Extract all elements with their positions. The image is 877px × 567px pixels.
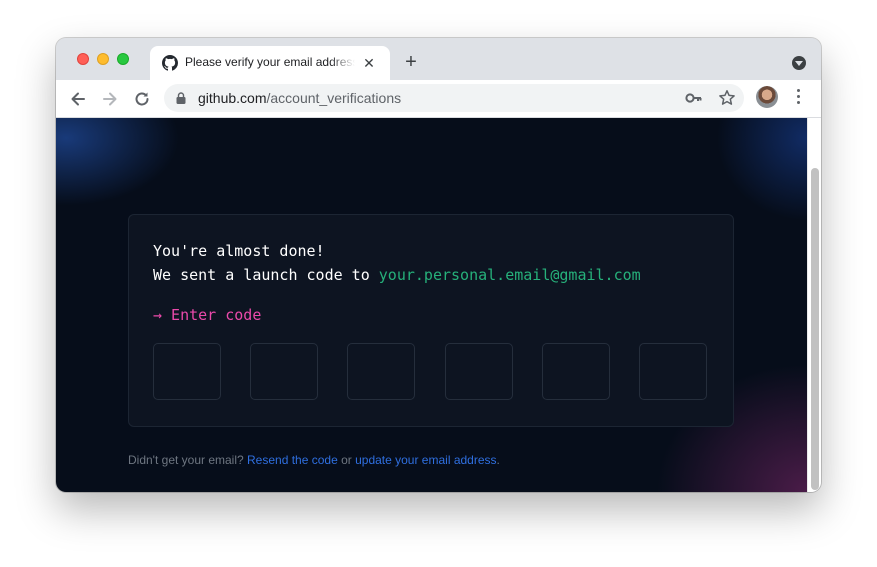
almost-done-text: You're almost done!	[153, 242, 325, 260]
code-digit-6[interactable]	[639, 343, 707, 400]
scrollbar-thumb[interactable]	[811, 168, 819, 490]
minimize-window-button[interactable]	[97, 53, 109, 65]
code-digit-1[interactable]	[153, 343, 221, 400]
arrow-left-icon[interactable]	[68, 89, 88, 109]
scrollbar[interactable]	[807, 118, 821, 492]
sent-code-prefix: We sent a launch code to	[153, 266, 379, 284]
new-tab-button[interactable]: +	[402, 52, 420, 72]
browser-window: Please verify your email address ✕ + git…	[56, 38, 821, 492]
url-path: /account_verifications	[266, 90, 402, 106]
resend-code-link[interactable]: Resend the code	[247, 453, 338, 467]
enter-code-label: → Enter code	[153, 306, 262, 324]
tab-search-icon[interactable]	[792, 56, 806, 70]
tab-strip: Please verify your email address ✕ +	[56, 38, 821, 80]
close-window-button[interactable]	[77, 53, 89, 65]
star-icon[interactable]	[718, 89, 736, 107]
address-bar[interactable]: github.com/account_verifications	[164, 84, 744, 112]
profile-avatar[interactable]	[756, 86, 778, 108]
code-digit-2[interactable]	[250, 343, 318, 400]
tab-close-icon[interactable]: ✕	[362, 56, 376, 70]
kebab-icon[interactable]	[796, 89, 802, 107]
url-domain: github.com	[198, 90, 267, 106]
reload-icon[interactable]	[132, 89, 152, 109]
email-address: your.personal.email@gmail.com	[378, 266, 641, 284]
page-content: You're almost done! We sent a launch cod…	[56, 118, 807, 492]
key-icon[interactable]	[685, 91, 703, 105]
update-email-link[interactable]: update your email address	[355, 453, 496, 467]
sent-code-text: We sent a launch code to your.personal.e…	[153, 265, 641, 285]
resend-footer: Didn't get your email? Resend the code o…	[128, 453, 500, 467]
maximize-window-button[interactable]	[117, 53, 129, 65]
footer-suffix: .	[496, 453, 500, 467]
tab-active[interactable]: Please verify your email address ✕	[150, 46, 390, 80]
arrow-right-icon[interactable]	[100, 89, 120, 109]
footer-prefix: Didn't get your email?	[128, 453, 248, 467]
tab-title: Please verify your email address	[185, 55, 355, 69]
lock-icon[interactable]	[176, 92, 186, 104]
code-digit-3[interactable]	[347, 343, 415, 400]
verification-card: You're almost done! We sent a launch cod…	[128, 214, 734, 427]
code-digit-4[interactable]	[445, 343, 513, 400]
code-digit-5[interactable]	[542, 343, 610, 400]
footer-or: or	[337, 453, 356, 467]
github-icon	[162, 55, 178, 71]
url-text[interactable]: github.com/account_verifications	[198, 90, 401, 106]
browser-toolbar: github.com/account_verifications	[56, 80, 821, 118]
